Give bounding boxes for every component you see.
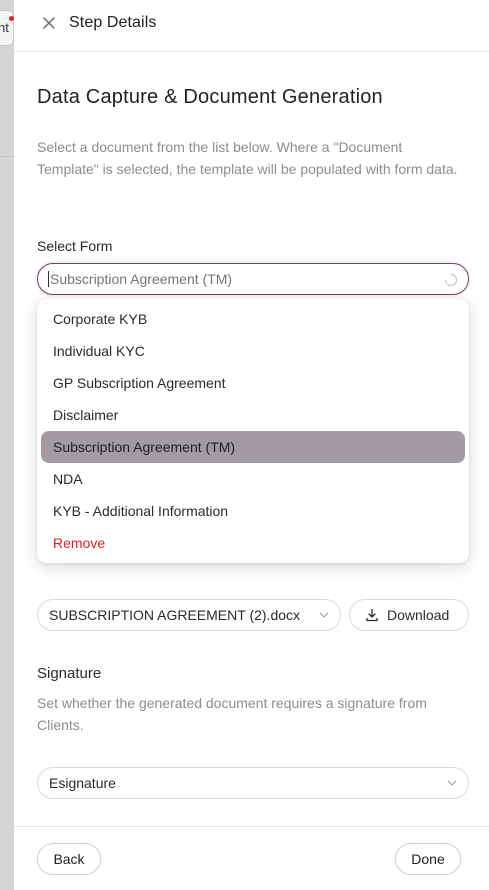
chevron-down-icon <box>319 612 329 618</box>
background-app: nt <box>0 0 14 890</box>
template-file-value: SUBSCRIPTION AGREEMENT (2).docx <box>49 607 301 623</box>
page-title: Data Capture & Document Generation <box>37 86 383 108</box>
option-individual-kyc[interactable]: Individual KYC <box>41 335 465 367</box>
download-button[interactable]: Download <box>349 599 469 631</box>
signature-description: Set whether the generated document requi… <box>37 695 427 733</box>
download-icon <box>366 608 378 622</box>
option-subscription-agreement-tm[interactable]: Subscription Agreement (TM) <box>41 431 465 463</box>
signature-value: Esignature <box>49 775 116 791</box>
panel-title: Step Details <box>69 14 157 31</box>
signature-title: Signature <box>37 665 102 682</box>
template-file-select[interactable]: SUBSCRIPTION AGREEMENT (2).docx <box>37 599 341 631</box>
text-caret <box>48 271 49 287</box>
back-button[interactable]: Back <box>37 843 101 875</box>
option-gp-subscription-agreement[interactable]: GP Subscription Agreement <box>41 367 465 399</box>
step-details-panel: Step Details Data Capture & Document Gen… <box>14 0 489 890</box>
select-form-label: Select Form <box>37 238 113 254</box>
done-button[interactable]: Done <box>395 843 461 875</box>
download-label: Download <box>387 607 450 623</box>
select-form-dropdown: Corporate KYB Individual KYC GP Subscrip… <box>37 299 469 563</box>
select-form-input[interactable] <box>37 263 469 295</box>
option-kyb-additional-information[interactable]: KYB - Additional Information <box>41 495 465 527</box>
signature-select[interactable]: Esignature <box>37 767 469 799</box>
panel-header: Step Details <box>14 0 489 52</box>
close-icon[interactable] <box>40 14 58 32</box>
option-disclaimer[interactable]: Disclaimer <box>41 399 465 431</box>
background-divider <box>0 156 14 157</box>
footer-divider <box>14 826 489 827</box>
option-corporate-kyb[interactable]: Corporate KYB <box>41 303 465 335</box>
option-remove[interactable]: Remove <box>41 527 465 559</box>
step-description: Select a document from the list below. W… <box>37 139 458 177</box>
option-nda[interactable]: NDA <box>41 463 465 495</box>
loading-spinner-icon <box>444 273 458 287</box>
chevron-down-icon <box>447 780 457 786</box>
